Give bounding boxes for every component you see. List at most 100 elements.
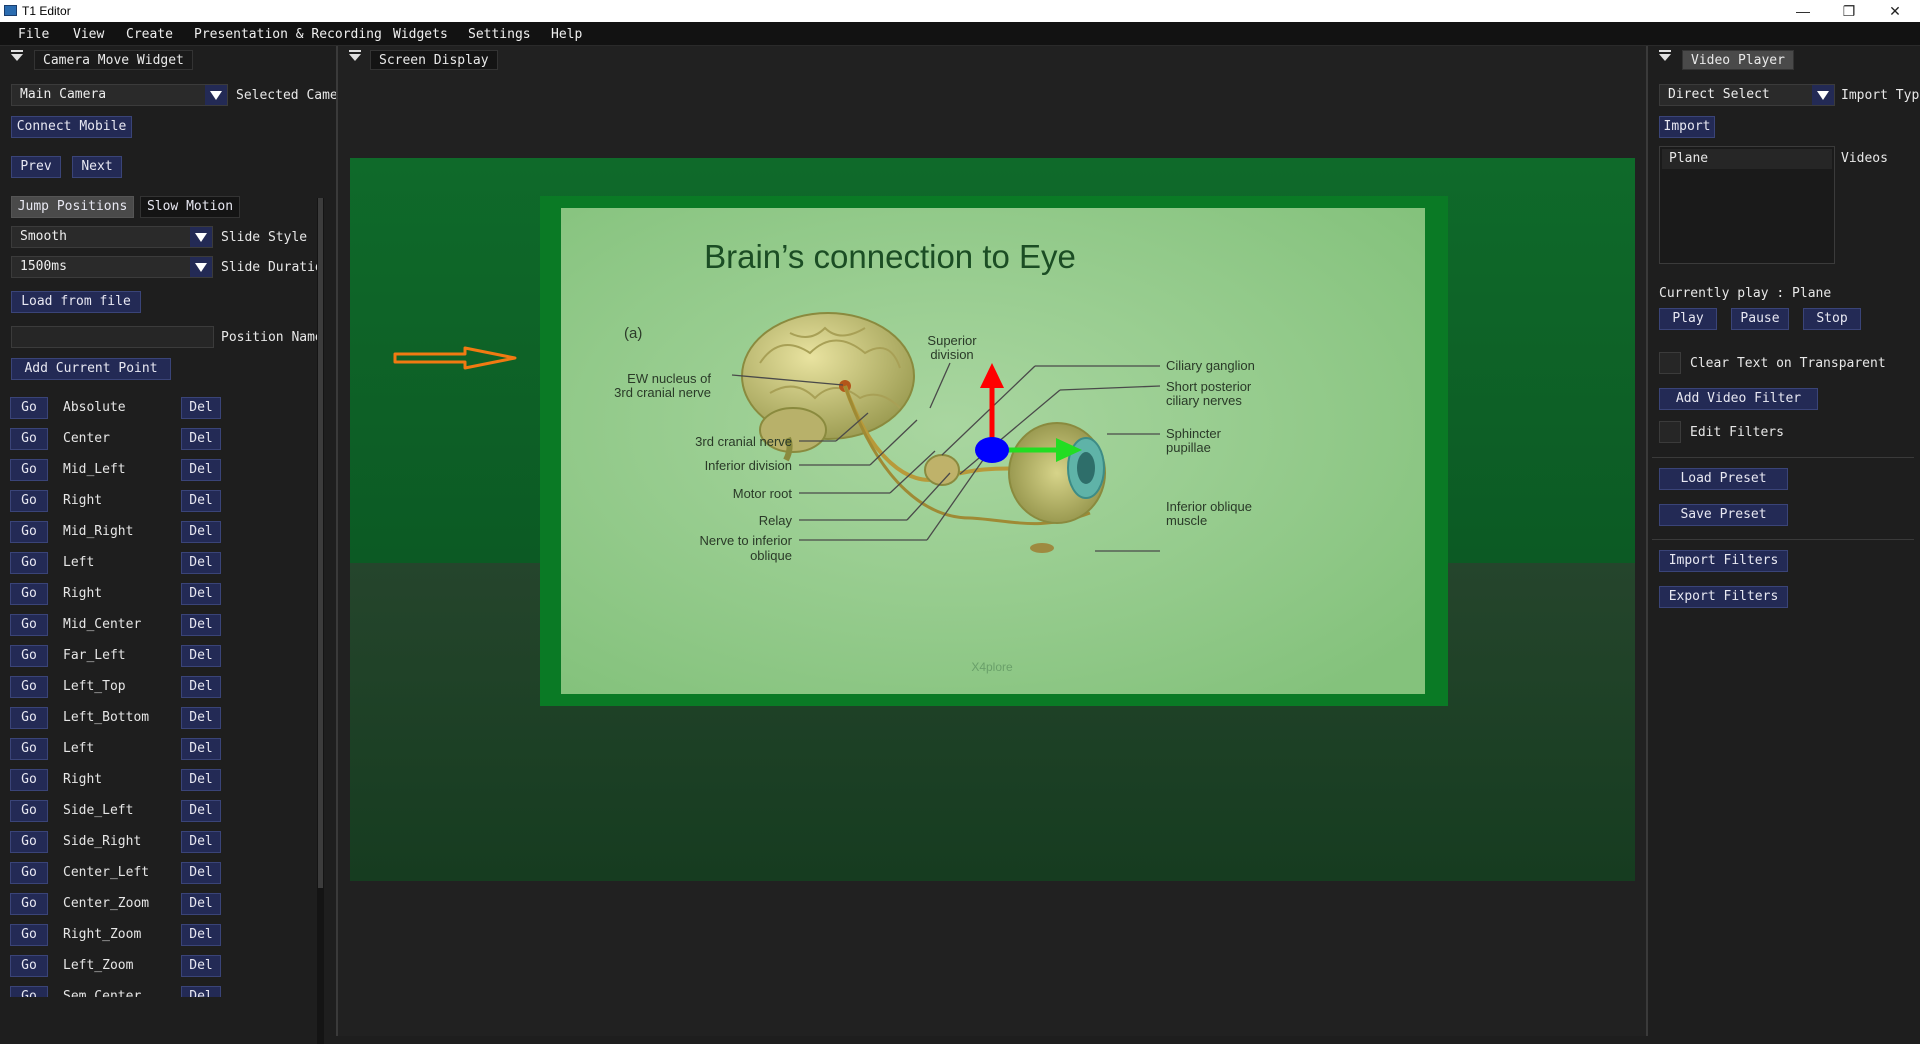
menu-help[interactable]: Help — [551, 27, 582, 42]
delete-button[interactable]: Del — [181, 955, 221, 977]
go-button[interactable]: Go — [10, 459, 48, 481]
delete-button[interactable]: Del — [181, 738, 221, 760]
go-button[interactable]: Go — [10, 676, 48, 698]
add-video-filter-button[interactable]: Add Video Filter — [1659, 388, 1818, 410]
position-name-input[interactable] — [11, 326, 214, 348]
list-item: Go Center Del — [10, 428, 310, 452]
scrollbar[interactable] — [317, 198, 324, 1044]
menu-create[interactable]: Create — [126, 27, 173, 42]
go-button[interactable]: Go — [10, 893, 48, 915]
tab-slow-motion[interactable]: Slow Motion — [140, 196, 240, 218]
go-button[interactable]: Go — [10, 397, 48, 419]
go-button[interactable]: Go — [10, 800, 48, 822]
menu-presentation-recording[interactable]: Presentation & Recording — [194, 27, 382, 42]
label-short-posterior-2: ciliary nerves — [1166, 393, 1242, 408]
go-button[interactable]: Go — [10, 707, 48, 729]
position-name: Center_Zoom — [63, 896, 150, 911]
go-button[interactable]: Go — [10, 490, 48, 512]
go-button[interactable]: Go — [10, 986, 48, 997]
delete-button[interactable]: Del — [181, 397, 221, 419]
load-preset-button[interactable]: Load Preset — [1659, 468, 1788, 490]
delete-button[interactable]: Del — [181, 645, 221, 667]
clear-text-checkbox[interactable] — [1659, 352, 1681, 374]
go-button[interactable]: Go — [10, 955, 48, 977]
scene-canvas[interactable]: Brain’s connection to Eye (a) EW nucleus… — [350, 158, 1635, 881]
list-item[interactable]: Plane — [1662, 149, 1832, 169]
delete-button[interactable]: Del — [181, 924, 221, 946]
import-filters-button[interactable]: Import Filters — [1659, 550, 1788, 572]
list-item: Go Far_Left Del — [10, 645, 310, 669]
menu-widgets[interactable]: Widgets — [393, 27, 448, 42]
slide-style-select[interactable]: Smooth — [11, 226, 213, 248]
dropdown-arrow-icon[interactable] — [190, 227, 212, 247]
tab-video-player[interactable]: Video Player — [1682, 50, 1794, 70]
export-filters-button[interactable]: Export Filters — [1659, 586, 1788, 608]
list-item: Go Right Del — [10, 490, 310, 514]
minimize-button[interactable]: — — [1780, 0, 1826, 22]
edit-filters-checkbox[interactable] — [1659, 421, 1681, 443]
tab-screen-display[interactable]: Screen Display — [370, 50, 498, 70]
delete-button[interactable]: Del — [181, 459, 221, 481]
menu-view[interactable]: View — [73, 27, 104, 42]
scrollbar-thumb[interactable] — [318, 198, 323, 888]
delete-button[interactable]: Del — [181, 521, 221, 543]
delete-button[interactable]: Del — [181, 428, 221, 450]
close-button[interactable]: ✕ — [1872, 0, 1918, 22]
import-button[interactable]: Import — [1659, 116, 1715, 138]
list-item: Go Center_Left Del — [10, 862, 310, 886]
go-button[interactable]: Go — [10, 769, 48, 791]
tab-jump-positions[interactable]: Jump Positions — [11, 196, 134, 218]
save-preset-button[interactable]: Save Preset — [1659, 504, 1788, 526]
go-button[interactable]: Go — [10, 552, 48, 574]
prev-button[interactable]: Prev — [11, 156, 61, 178]
list-item: Go Absolute Del — [10, 397, 310, 421]
video-item-name: Plane — [1669, 151, 1709, 166]
gizmo-center-handle[interactable] — [975, 437, 1009, 463]
collapse-arrow-icon[interactable] — [1659, 50, 1671, 61]
go-button[interactable]: Go — [10, 862, 48, 884]
go-button[interactable]: Go — [10, 614, 48, 636]
clear-text-label: Clear Text on Transparent — [1690, 356, 1886, 371]
delete-button[interactable]: Del — [181, 769, 221, 791]
go-button[interactable]: Go — [10, 428, 48, 450]
go-button[interactable]: Go — [10, 645, 48, 667]
go-button[interactable]: Go — [10, 831, 48, 853]
add-current-point-button[interactable]: Add Current Point — [11, 358, 171, 380]
next-button[interactable]: Next — [72, 156, 122, 178]
delete-button[interactable]: Del — [181, 583, 221, 605]
restore-button[interactable]: ❐ — [1826, 0, 1872, 22]
menu-settings[interactable]: Settings — [468, 27, 531, 42]
delete-button[interactable]: Del — [181, 893, 221, 915]
delete-button[interactable]: Del — [181, 986, 221, 997]
go-button[interactable]: Go — [10, 738, 48, 760]
import-type-select[interactable]: Direct Select — [1659, 84, 1835, 106]
delete-button[interactable]: Del — [181, 676, 221, 698]
delete-button[interactable]: Del — [181, 831, 221, 853]
stop-button[interactable]: Stop — [1803, 308, 1861, 330]
go-button[interactable]: Go — [10, 583, 48, 605]
connect-mobile-button[interactable]: Connect Mobile — [11, 116, 132, 138]
delete-button[interactable]: Del — [181, 614, 221, 636]
delete-button[interactable]: Del — [181, 490, 221, 512]
load-from-file-button[interactable]: Load from file — [11, 291, 141, 313]
dropdown-arrow-icon[interactable] — [205, 85, 227, 105]
slide-duration-select[interactable]: 1500ms — [11, 256, 213, 278]
video-list[interactable]: Plane — [1659, 146, 1835, 264]
delete-button[interactable]: Del — [181, 862, 221, 884]
label-ciliary-ganglion: Ciliary ganglion — [1166, 358, 1255, 373]
collapse-arrow-icon[interactable] — [349, 50, 361, 61]
go-button[interactable]: Go — [10, 521, 48, 543]
delete-button[interactable]: Del — [181, 707, 221, 729]
menu-file[interactable]: File — [18, 27, 49, 42]
pause-button[interactable]: Pause — [1731, 308, 1789, 330]
tab-camera-move-widget[interactable]: Camera Move Widget — [34, 50, 193, 70]
delete-button[interactable]: Del — [181, 800, 221, 822]
go-button[interactable]: Go — [10, 924, 48, 946]
play-button[interactable]: Play — [1659, 308, 1717, 330]
dropdown-arrow-icon[interactable] — [190, 257, 212, 277]
scene-viewport[interactable]: Brain’s connection to Eye (a) EW nucleus… — [350, 158, 1635, 881]
collapse-arrow-icon[interactable] — [11, 50, 23, 61]
camera-select[interactable]: Main Camera — [11, 84, 228, 106]
dropdown-arrow-icon[interactable] — [1812, 85, 1834, 105]
delete-button[interactable]: Del — [181, 552, 221, 574]
